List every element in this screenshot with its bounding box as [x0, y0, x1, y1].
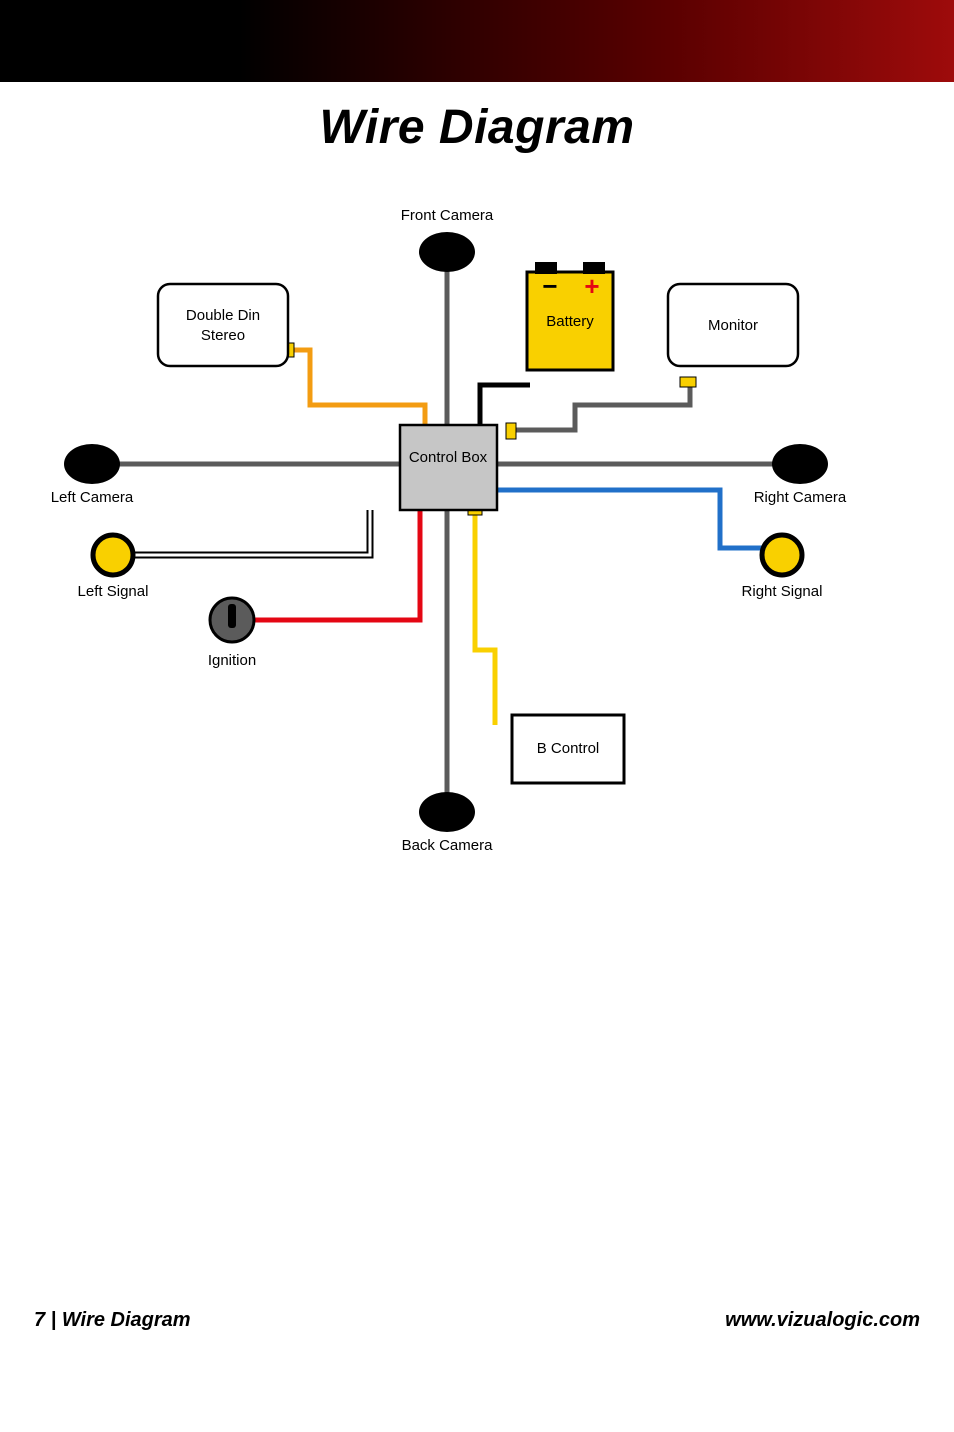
svg-text:−: − — [542, 271, 557, 301]
page-title: Wire Diagram — [0, 100, 954, 155]
stereo-wire — [285, 350, 425, 424]
monitor-label: Monitor — [708, 317, 758, 334]
battery-wire — [480, 385, 530, 425]
monitor-connector-ctrl — [506, 423, 516, 439]
left-camera: Left Camera — [51, 444, 134, 506]
left-signal-wire — [120, 510, 370, 555]
right-camera: Right Camera — [754, 444, 847, 506]
b-control-label: B Control — [537, 740, 600, 757]
double-din-label-2: Stereo — [201, 327, 245, 344]
footer-page-number: 7 | Wire Diagram — [34, 1309, 191, 1332]
ignition: Ignition — [208, 598, 256, 669]
right-camera-label: Right Camera — [754, 489, 847, 506]
footer: 7 | Wire Diagram www.vizualogic.com — [34, 1309, 920, 1332]
b-control-wire — [475, 510, 495, 725]
front-camera-label: Front Camera — [401, 207, 494, 224]
right-signal-label: Right Signal — [742, 583, 823, 600]
ignition-label: Ignition — [208, 652, 256, 669]
right-signal-wire — [497, 490, 770, 548]
b-control: B Control — [512, 715, 624, 783]
left-signal: Left Signal — [78, 535, 149, 600]
monitor-connector — [680, 377, 696, 387]
double-din-stereo: Double Din Stereo — [158, 284, 288, 366]
back-camera-label: Back Camera — [402, 837, 494, 854]
control-box: Control Box — [400, 425, 497, 510]
double-din-label-1: Double Din — [186, 307, 260, 324]
monitor-wire — [512, 385, 690, 430]
battery: − + Battery — [527, 262, 613, 370]
left-signal-label: Left Signal — [78, 583, 149, 600]
svg-text:+: + — [584, 271, 599, 301]
ignition-wire — [250, 505, 420, 620]
back-camera: Back Camera — [402, 792, 494, 854]
control-box-label: Control Box — [409, 449, 488, 466]
header-bar — [0, 0, 954, 82]
footer-url: www.vizualogic.com — [725, 1309, 920, 1332]
wire-diagram: Control Box Front Camera Back Camera Lef… — [0, 190, 954, 890]
left-camera-label: Left Camera — [51, 489, 134, 506]
monitor: Monitor — [668, 284, 798, 366]
battery-label: Battery — [546, 313, 594, 330]
right-signal: Right Signal — [742, 535, 823, 600]
front-camera: Front Camera — [401, 207, 494, 272]
